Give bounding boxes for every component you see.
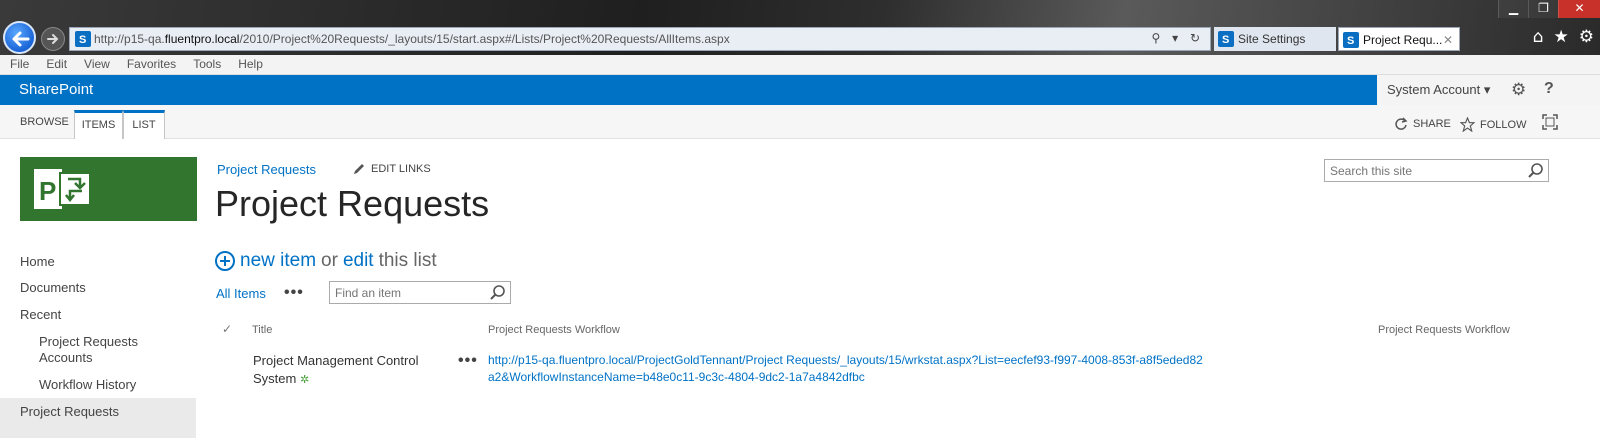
follow-label: FOLLOW [1480,118,1527,131]
url-text: http://p15-qa.fluentpro.local/2010/Proje… [94,32,730,46]
suite-bar: SharePoint [0,75,1600,105]
new-item-link[interactable]: new item [240,250,316,272]
quick-launch-project-requests[interactable]: Project Requests [20,404,119,419]
arrow-right-icon [47,34,59,44]
browser-chrome: ▁ ❐ ✕ S http://p15-qa.fluentpro.local/20… [0,0,1600,55]
quick-launch-home[interactable]: Home [20,254,55,269]
quick-launch-project-requests-accounts[interactable]: Accounts [39,350,92,365]
close-window-icon[interactable]: ✕ [1558,0,1600,18]
new-item-bar: new item or edit this list [215,250,442,272]
settings-gear-icon[interactable]: ⚙ [1511,80,1526,100]
pencil-icon [354,164,364,174]
edit-links-button[interactable]: EDIT LINKS [353,163,431,175]
minimize-icon[interactable]: ▁ [1498,0,1528,18]
menu-view[interactable]: View [84,55,110,74]
view-more-ellipsis-icon[interactable]: ••• [284,284,304,302]
item-title-cell[interactable]: Project Management Control System ✲ [253,352,443,389]
arrow-left-icon [12,31,30,47]
browser-tools: ⌂ ★ ⚙ [1533,27,1594,47]
follow-button[interactable]: FOLLOW [1460,117,1526,132]
star-outline-icon [1460,117,1475,132]
ribbon: BROWSE ITEMS LIST SHARE FOLLOW [0,105,1600,139]
project-logo-icon: P [34,169,91,209]
this-list-text: this list [378,250,437,271]
menu-bar: File Edit View Favorites Tools Help [0,55,1600,75]
or-text: or [321,250,338,271]
item-title[interactable]: Project Management Control System [253,353,418,386]
close-tab-icon[interactable]: ✕ [1443,28,1453,52]
menu-tools[interactable]: Tools [193,55,221,74]
column-header-title[interactable]: Title [252,324,272,336]
site-search-box [1324,159,1549,182]
forward-button[interactable] [41,27,65,51]
window-controls: ▁ ❐ ✕ [1498,0,1600,20]
breadcrumb[interactable]: Project Requests [217,162,316,177]
tab-label: Project Requ... [1363,33,1443,47]
edit-links-label: EDIT LINKS [371,163,431,175]
column-header-workflow-status[interactable]: Project Requests Workflow [1378,324,1510,336]
back-button[interactable] [3,21,36,54]
share-button[interactable]: SHARE [1394,117,1451,131]
find-item-input[interactable] [330,282,480,303]
quick-launch-recent[interactable]: Recent [20,307,61,322]
favorites-star-icon[interactable]: ★ [1554,27,1569,47]
sharepoint-favicon-icon: S [1343,32,1359,48]
svg-text:S: S [1222,34,1229,46]
tab-site-settings[interactable]: S Site Settings [1214,27,1336,51]
site-search-input[interactable] [1325,160,1515,181]
edit-list-link[interactable]: edit [343,250,374,272]
address-actions-icon[interactable]: ⚲ ▾ ↻ [1152,31,1205,45]
tab-project-requests[interactable]: S Project Requ... ✕ [1338,27,1460,51]
sharepoint-favicon-icon: S [75,31,91,47]
svg-text:S: S [79,34,86,46]
tab-label: Site Settings [1238,32,1306,46]
menu-edit[interactable]: Edit [46,55,67,74]
item-menu-ellipsis-icon[interactable]: ••• [458,352,478,370]
tab-browse[interactable]: BROWSE [20,116,69,128]
share-label: SHARE [1413,118,1451,130]
menu-favorites[interactable]: Favorites [127,55,176,74]
svg-text:S: S [1347,35,1354,47]
find-item-box [329,281,511,304]
restore-icon[interactable]: ❐ [1528,0,1558,18]
menu-file[interactable]: File [10,55,29,74]
new-item-marker-icon: ✲ [299,373,310,386]
search-icon[interactable] [488,283,508,302]
page-title: Project Requests [215,183,490,224]
workflow-url-link[interactable]: http://p15-qa.fluentpro.local/ProjectGol… [488,352,1208,386]
sharepoint-brand[interactable]: SharePoint [19,81,93,98]
account-menu[interactable]: System Account ▾ [1387,82,1490,98]
quick-launch-documents[interactable]: Documents [20,280,86,295]
quick-launch-project-requests-accounts[interactable]: Project Requests [39,334,138,349]
site-logo[interactable]: P [20,157,197,221]
focus-on-content-button[interactable] [1542,114,1558,130]
address-bar[interactable]: S http://p15-qa.fluentpro.local/2010/Pro… [69,27,1211,51]
help-icon[interactable]: ? [1544,80,1554,98]
suite-bar-account-area: System Account ▾ ⚙ ? [1377,75,1600,105]
search-icon[interactable] [1526,161,1546,180]
view-all-items[interactable]: All Items [216,286,266,301]
add-circle-icon[interactable] [215,251,235,271]
home-icon[interactable]: ⌂ [1533,27,1544,47]
svg-text:P: P [39,176,56,206]
quick-launch-workflow-history[interactable]: Workflow History [39,377,136,392]
sharepoint-favicon-icon: S [1218,31,1234,47]
tab-items[interactable]: ITEMS [74,110,123,139]
select-all-check-icon[interactable]: ✓ [222,322,232,336]
tools-gear-icon[interactable]: ⚙ [1579,27,1594,47]
share-icon [1395,117,1408,130]
column-header-workflow[interactable]: Project Requests Workflow [488,324,620,336]
menu-help[interactable]: Help [238,55,263,74]
fullscreen-icon [1542,114,1558,130]
tab-list[interactable]: LIST [123,110,165,139]
